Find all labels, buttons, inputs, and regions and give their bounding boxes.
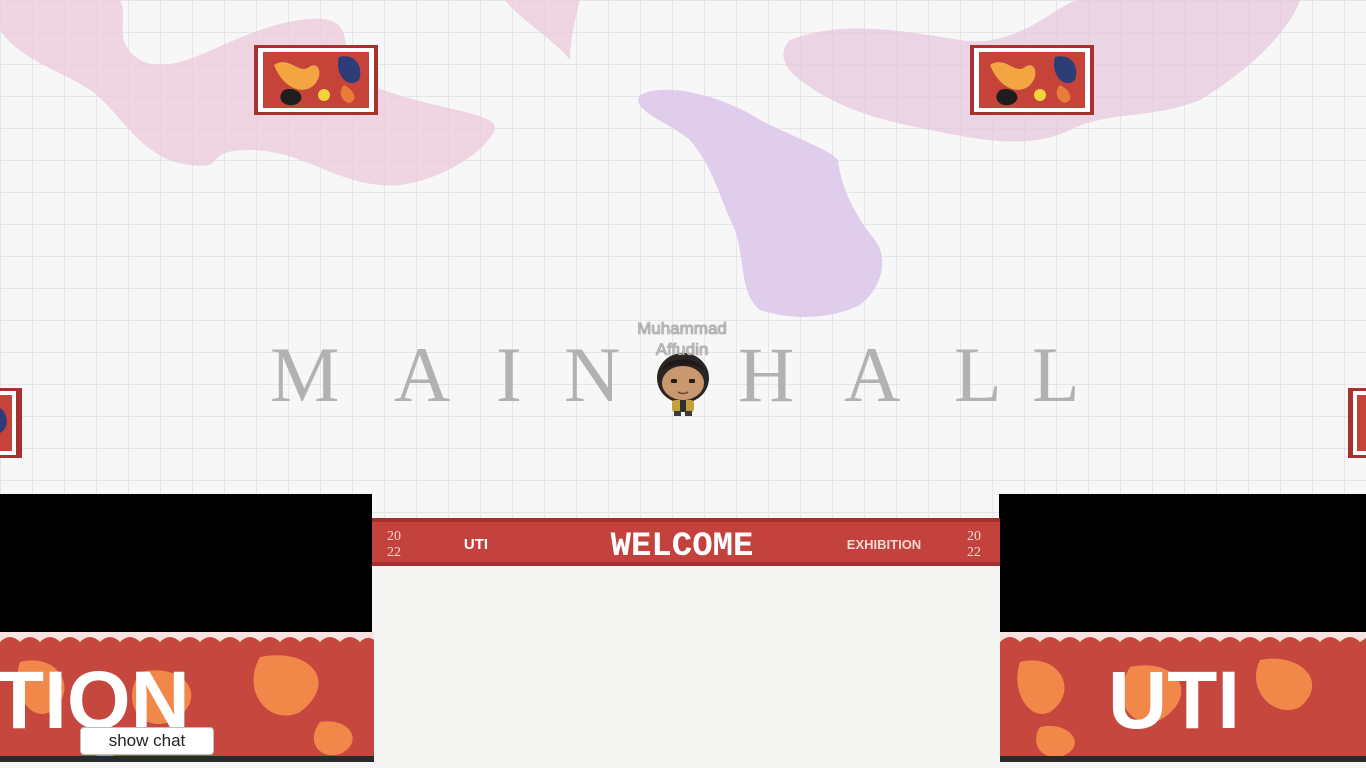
left-booth-screen[interactable] [0,494,372,636]
batik-painting-left-edge[interactable] [0,388,22,458]
game-scene[interactable]: M A I N H A L L Muhammad Affudin 20 22 U… [0,0,1366,768]
banner-year-right-bottom: 22 [967,545,981,560]
pink-blob-top [505,0,580,60]
banner-year-left-top: 20 [387,529,401,544]
batik-painting-right-edge[interactable] [1348,388,1366,458]
pink-blob-left [0,0,496,186]
floor-title-letter: I [496,331,522,418]
floor-title-letter: A [844,331,901,418]
purple-blob-center [638,89,883,317]
banner-year-left-bottom: 22 [387,545,401,560]
floor-decoration [0,0,1300,317]
player-name-line2: Affudin [655,340,709,359]
banner-brand: UTI [464,536,488,553]
right-banner-text: UTI [1108,655,1240,746]
batik-painting-top-right[interactable] [970,45,1094,115]
floor-title-letter: M [270,331,340,418]
player-name-label: Muhammad Affudin [612,318,752,360]
banner-title: WELCOME [611,528,754,566]
right-booth-screen[interactable] [999,494,1366,636]
floor-title-letter: L [1032,331,1080,418]
banner-year-right-top: 20 [967,529,981,544]
floor-title-letter: L [954,331,1002,418]
right-exhibition-banner: UTI [1000,632,1366,762]
banner-subtitle: EXHIBITION [847,537,921,552]
player-name-line1: Muhammad [637,319,727,338]
floor-title-letter: A [394,331,451,418]
batik-painting-top-left[interactable] [254,45,378,115]
show-chat-button[interactable]: show chat [80,727,214,755]
welcome-banner: 20 22 UTI WELCOME EXHIBITION 20 22 [372,518,1000,566]
